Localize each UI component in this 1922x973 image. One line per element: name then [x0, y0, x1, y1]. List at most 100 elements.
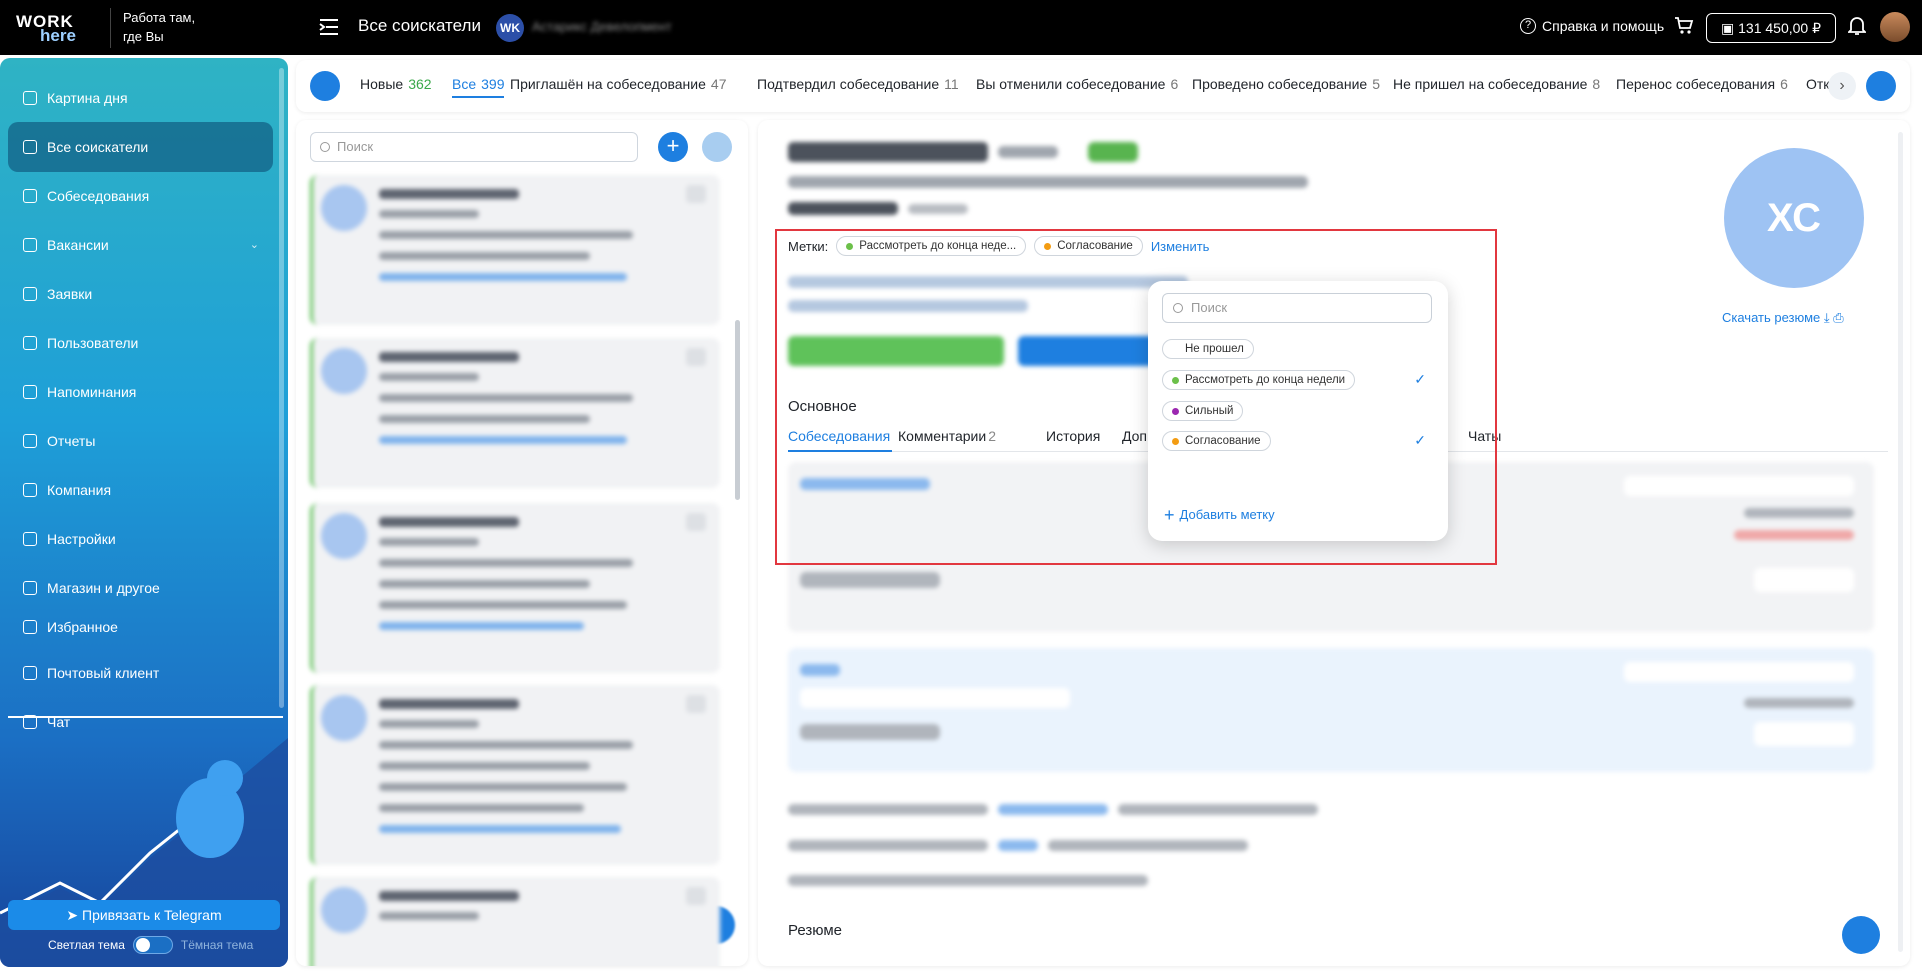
balance-button[interactable]: ▣ 131 450,00 ₽ [1706, 13, 1836, 43]
search-icon [1173, 303, 1183, 313]
menu-collapse-icon[interactable] [318, 17, 340, 37]
company-avatar[interactable]: WK [496, 14, 524, 42]
status-tab[interactable]: Вы отменили собеседование 6 [976, 76, 1178, 92]
theme-light-label: Светлая тема [48, 938, 125, 952]
status-tab-label: Все [452, 76, 477, 92]
sidebar-item[interactable]: Вакансии ⌄ [8, 220, 273, 270]
status-tab[interactable]: Подтвердил собеседование 11 [757, 76, 959, 92]
interview-card[interactable] [788, 648, 1874, 772]
tag-dot [1172, 376, 1179, 384]
candidate-list-panel: Поиск + [296, 120, 748, 966]
candidate-card-line [379, 252, 590, 260]
sidebar-item[interactable]: Напоминания [8, 367, 273, 417]
tag-option-chip[interactable]: Рассмотреть до конца недели [1162, 370, 1356, 390]
sidebar-item-label: Почтовый клиент [47, 665, 160, 681]
telegram-link-button[interactable]: ➤ Привязать к Telegram [8, 900, 280, 930]
history-line [1048, 840, 1248, 851]
candidate-card-avatar [321, 695, 367, 741]
status-tab-count: 11 [944, 76, 959, 92]
company-name[interactable]: Астарикс Девелопмент [532, 19, 672, 34]
candidate-card[interactable] [310, 175, 720, 325]
candidate-card-menu[interactable] [686, 185, 706, 203]
sidebar-scrollbar[interactable] [279, 68, 284, 708]
history-vacancy-link[interactable] [998, 804, 1108, 815]
sidebar-item[interactable]: Настройки [8, 514, 273, 564]
status-tab[interactable]: Новые 362 [360, 76, 432, 92]
tags-search-input[interactable]: Поиск [1162, 293, 1432, 323]
tag-option-chip[interactable]: Не прошел [1162, 339, 1254, 359]
sidebar-item[interactable]: Пользователи [8, 318, 273, 368]
status-tab[interactable]: Приглашён на собеседование 47 [510, 76, 726, 92]
candidate-card-line [379, 559, 633, 567]
add-tag-button[interactable]: + Добавить метку [1164, 505, 1275, 526]
tagline-line-1: Работа там, [123, 10, 196, 25]
sidebar-item[interactable]: Избранное [8, 602, 273, 652]
help-button[interactable]: ? Справка и помощь [1520, 18, 1664, 34]
funnel-stats-icon[interactable] [310, 71, 340, 101]
candidate-card[interactable] [310, 503, 720, 673]
candidate-salary [788, 202, 898, 215]
candidate-card-line [379, 699, 519, 709]
chevron-down-icon[interactable]: ⌄ [250, 238, 259, 251]
list-search-placeholder: Поиск [337, 139, 374, 154]
candidate-status-badge [1088, 142, 1138, 162]
sidebar-item[interactable]: Картина дня [8, 73, 273, 123]
logo[interactable]: WORK here [16, 12, 86, 45]
check-icon: ✓ [1414, 371, 1426, 387]
status-tab[interactable]: Все 399 [452, 76, 505, 98]
sidebar-item[interactable]: Все соискатели [8, 122, 273, 172]
sidebar-item[interactable]: Почтовый клиент [8, 648, 273, 698]
status-tab[interactable]: Проведено собеседование 5 [1192, 76, 1380, 92]
theme-toggle[interactable] [132, 936, 173, 954]
tabs-settings-icon[interactable] [1866, 71, 1896, 101]
tag-option-chip[interactable]: Сильный [1162, 401, 1244, 421]
candidate-card-menu[interactable] [686, 695, 706, 713]
candidate-card[interactable] [310, 877, 720, 966]
sidebar-item[interactable]: Заявки [8, 269, 273, 319]
candidate-card-menu[interactable] [686, 887, 706, 905]
sidebar-item[interactable]: Чат [8, 697, 273, 747]
chat-icon [23, 715, 37, 729]
status-tab-label: Отк [1806, 76, 1830, 92]
cart-icon[interactable] [1674, 16, 1694, 36]
candidate-card-menu[interactable] [686, 513, 706, 531]
list-scrollbar[interactable] [735, 320, 740, 500]
status-tab-label: Подтвердил собеседование [757, 76, 940, 92]
candidate-card-line [379, 373, 479, 381]
check-icon: ✓ [1414, 432, 1426, 448]
candidate-card-menu[interactable] [686, 348, 706, 366]
candidate-card[interactable] [310, 685, 720, 865]
balance-value: 131 450,00 ₽ [1738, 20, 1821, 36]
detail-scrollbar[interactable] [1898, 132, 1903, 952]
history-icon[interactable] [702, 132, 732, 162]
status-tab-count: 6 [1170, 76, 1179, 92]
status-tab[interactable]: Не пришел на собеседование 8 [1393, 76, 1600, 92]
tag-option[interactable]: Согласование ✓ [1162, 431, 1434, 453]
download-resume-link[interactable]: Скачать резюме ⤓ ⎙ [1722, 310, 1844, 326]
history-line [788, 875, 1148, 886]
status-tab[interactable]: Перенос собеседования 6 [1616, 76, 1788, 92]
download-icon[interactable]: ⤓ [1824, 310, 1830, 325]
status-tab-label: Приглашён на собеседование [510, 76, 706, 92]
tag-dot [1172, 346, 1179, 353]
tags-dropdown: Поиск + Добавить метку Не прошел Рассмотр… [1148, 281, 1448, 541]
tabs-next-arrow-icon[interactable]: › [1828, 72, 1856, 100]
calendar-icon [23, 189, 37, 203]
tag-option[interactable]: Сильный [1162, 401, 1434, 423]
history-vacancy-link[interactable] [998, 840, 1038, 851]
candidate-card[interactable] [310, 338, 720, 488]
tag-dot [1172, 437, 1179, 445]
sidebar-item[interactable]: Отчеты [8, 416, 273, 466]
tag-option[interactable]: Не прошел [1162, 339, 1434, 361]
support-chat-icon[interactable] [1842, 916, 1880, 954]
sidebar-item[interactable]: Собеседования [8, 171, 273, 221]
tag-option-chip[interactable]: Согласование [1162, 431, 1271, 451]
user-avatar[interactable] [1880, 12, 1910, 42]
tag-option[interactable]: Рассмотреть до конца недели ✓ [1162, 370, 1434, 392]
list-search-input[interactable]: Поиск [310, 132, 638, 162]
sidebar-item-label: Отчеты [47, 433, 96, 449]
bell-icon[interactable] [1848, 16, 1866, 36]
sidebar-item[interactable]: Компания [8, 465, 273, 515]
print-icon[interactable]: ⎙ [1833, 310, 1843, 325]
add-candidate-button[interactable]: + [658, 132, 688, 162]
